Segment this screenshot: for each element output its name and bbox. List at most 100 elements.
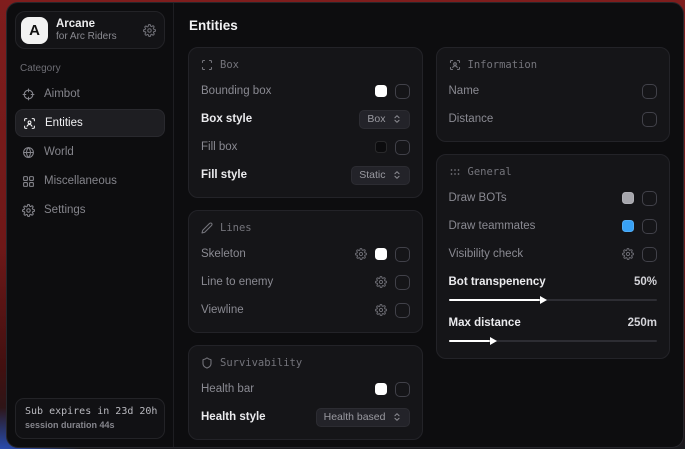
chevrons-up-down-icon <box>392 114 402 124</box>
entities-scan-icon <box>23 117 36 130</box>
sidebar-item-label: Settings <box>44 204 86 216</box>
max-distance-slider[interactable] <box>449 337 658 345</box>
row-label: Bot transpenency <box>449 276 546 288</box>
chevrons-up-down-icon <box>392 170 402 180</box>
max-distance-value: 250m <box>628 317 657 329</box>
skeleton-settings-icon[interactable] <box>355 248 367 260</box>
row-viewline: Viewline <box>201 301 410 319</box>
sidebar-item-entities[interactable]: Entities <box>15 109 165 137</box>
skeleton-checkbox[interactable] <box>395 247 410 262</box>
panel-lines-header: Lines <box>201 222 410 234</box>
draw-teammates-color-swatch[interactable] <box>622 220 634 232</box>
info-scan-icon <box>449 59 461 71</box>
panel-title: Information <box>468 59 538 71</box>
sub-expiry-text: Sub expires in 23d 20h <box>25 406 155 417</box>
app-subtitle: for Arc Riders <box>56 31 135 43</box>
panel-title: Lines <box>220 222 252 234</box>
viewline-checkbox[interactable] <box>395 303 410 318</box>
slider-handle[interactable] <box>490 337 497 345</box>
panel-title: Survivability <box>220 357 302 369</box>
fill-box-color-swatch[interactable] <box>375 141 387 153</box>
name-checkbox[interactable] <box>642 84 657 99</box>
bot-transparency-slider[interactable] <box>449 296 658 304</box>
fill-box-checkbox[interactable] <box>395 140 410 155</box>
desktop-background: A Arcane for Arc Riders Category Aimbot <box>0 0 685 449</box>
bounding-box-checkbox[interactable] <box>395 84 410 99</box>
row-label: Line to enemy <box>201 276 273 288</box>
row-label: Visibility check <box>449 248 524 260</box>
brand-card: A Arcane for Arc Riders <box>15 11 165 49</box>
distance-checkbox[interactable] <box>642 112 657 127</box>
panel-box: Box Bounding box Box styl <box>188 47 423 198</box>
app-title: Arcane <box>56 18 135 31</box>
draw-teammates-checkbox[interactable] <box>642 219 657 234</box>
row-health-style: Health style Health based <box>201 408 410 426</box>
row-label: Bounding box <box>201 85 271 97</box>
viewline-settings-icon[interactable] <box>375 304 387 316</box>
grid-icon <box>22 175 35 188</box>
bot-transparency-group: Bot transpenency 50% <box>449 273 658 304</box>
crosshair-icon <box>22 88 35 101</box>
sidebar-item-label: World <box>44 146 74 158</box>
row-max-distance: Max distance 250m <box>449 314 658 332</box>
brand-settings-icon[interactable] <box>143 24 156 37</box>
visibility-check-settings-icon[interactable] <box>622 248 634 260</box>
sidebar-item-label: Miscellaneous <box>44 175 117 187</box>
right-column: Information Name Distance <box>436 47 671 359</box>
max-distance-group: Max distance 250m <box>449 314 658 345</box>
row-label: Health style <box>201 411 266 423</box>
bot-transparency-value: 50% <box>634 276 657 288</box>
draw-bots-checkbox[interactable] <box>642 191 657 206</box>
panel-information: Information Name Distance <box>436 47 671 142</box>
row-label: Health bar <box>201 383 254 395</box>
row-label: Draw BOTs <box>449 192 507 204</box>
brand-text: Arcane for Arc Riders <box>56 18 135 43</box>
row-label: Distance <box>449 113 494 125</box>
panel-title: General <box>468 166 512 178</box>
main-content: Entities Box Bounding box <box>174 3 683 447</box>
dropdown-value: Health based <box>324 411 386 423</box>
chevrons-up-down-icon <box>392 412 402 422</box>
sidebar-item-miscellaneous[interactable]: Miscellaneous <box>15 167 165 195</box>
sidebar-item-aimbot[interactable]: Aimbot <box>15 80 165 108</box>
page-title: Entities <box>189 18 670 33</box>
panel-lines: Lines Skeleton <box>188 210 423 333</box>
panel-general-header: General <box>449 166 658 178</box>
fill-style-dropdown[interactable]: Static <box>351 166 409 185</box>
line-to-enemy-settings-icon[interactable] <box>375 276 387 288</box>
slider-handle[interactable] <box>540 296 547 304</box>
line-to-enemy-checkbox[interactable] <box>395 275 410 290</box>
panel-title: Box <box>220 59 239 71</box>
app-window: A Arcane for Arc Riders Category Aimbot <box>6 2 684 448</box>
gear-icon <box>22 204 35 217</box>
row-bounding-box: Bounding box <box>201 82 410 100</box>
shield-icon <box>201 357 213 369</box>
bounding-box-color-swatch[interactable] <box>375 85 387 97</box>
draw-bots-color-swatch[interactable] <box>622 192 634 204</box>
category-label: Category <box>20 63 165 74</box>
row-draw-bots: Draw BOTs <box>449 189 658 207</box>
panel-columns: Box Bounding box Box styl <box>188 47 670 440</box>
row-box-style: Box style Box <box>201 110 410 128</box>
slider-fill <box>449 299 541 301</box>
sidebar-item-settings[interactable]: Settings <box>15 196 165 224</box>
left-column: Box Bounding box Box styl <box>188 47 423 440</box>
dropdown-value: Box <box>367 113 385 125</box>
sidebar-item-world[interactable]: World <box>15 138 165 166</box>
box-style-dropdown[interactable]: Box <box>359 110 409 129</box>
subscription-card: Sub expires in 23d 20h session duration … <box>15 398 165 439</box>
row-name: Name <box>449 82 658 100</box>
panel-survivability-header: Survivability <box>201 357 410 369</box>
row-label: Max distance <box>449 317 521 329</box>
row-skeleton: Skeleton <box>201 245 410 263</box>
visibility-check-checkbox[interactable] <box>642 247 657 262</box>
health-style-dropdown[interactable]: Health based <box>316 408 410 427</box>
row-health-bar: Health bar <box>201 380 410 398</box>
health-bar-checkbox[interactable] <box>395 382 410 397</box>
skeleton-color-swatch[interactable] <box>375 248 387 260</box>
panel-box-header: Box <box>201 59 410 71</box>
row-line-to-enemy: Line to enemy <box>201 273 410 291</box>
health-bar-color-swatch[interactable] <box>375 383 387 395</box>
slider-fill <box>449 340 491 342</box>
box-scan-icon <box>201 59 213 71</box>
